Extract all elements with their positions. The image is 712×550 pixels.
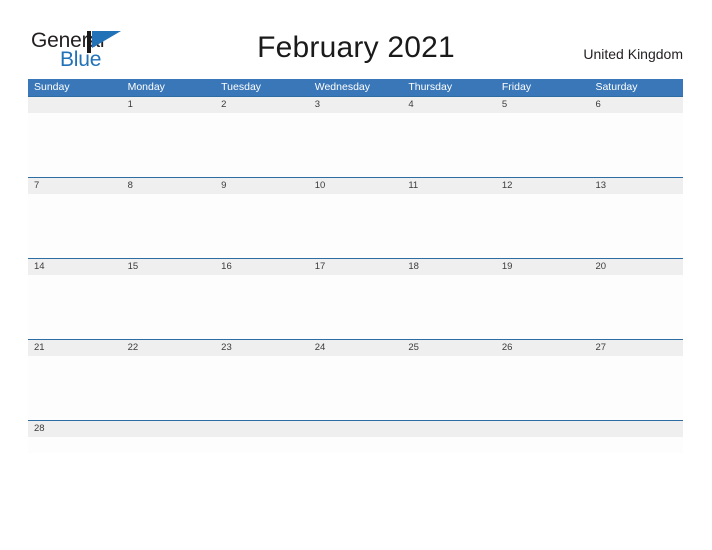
day-cell-body[interactable] [215, 194, 309, 258]
week-date-strip: 14 15 16 17 18 19 20 [28, 259, 683, 275]
day-number[interactable]: 2 [215, 97, 309, 113]
weekday-header-monday: Monday [127, 81, 165, 93]
day-number[interactable]: 19 [496, 259, 590, 275]
day-cell-body[interactable] [215, 113, 309, 177]
weekday-header-tuesday: Tuesday [221, 81, 262, 93]
day-number[interactable]: 4 [402, 97, 496, 113]
day-number[interactable] [309, 421, 403, 437]
day-number[interactable]: 12 [496, 178, 590, 194]
day-number[interactable]: 23 [215, 340, 309, 356]
day-cell-body[interactable] [28, 194, 122, 258]
day-number[interactable]: 21 [28, 340, 122, 356]
weekday-header-thursday: Thursday [408, 81, 453, 93]
week-event-strip [28, 113, 683, 177]
weekday-header-row: Sunday Monday Tuesday Wednesday Thursday… [28, 79, 683, 96]
week-date-strip: 7 8 9 10 11 12 13 [28, 178, 683, 194]
week-date-strip: 1 2 3 4 5 6 [28, 97, 683, 113]
page-header: General Blue February 2021 United Kingdo… [0, 0, 712, 78]
week-row: 7 8 9 10 11 12 13 [28, 177, 683, 258]
day-number[interactable]: 8 [122, 178, 216, 194]
day-number[interactable]: 10 [309, 178, 403, 194]
weekday-header-sunday: Sunday [34, 81, 70, 93]
day-number[interactable]: 14 [28, 259, 122, 275]
day-cell-body[interactable] [496, 275, 590, 339]
calendar-grid: Sunday Monday Tuesday Wednesday Thursday… [28, 79, 683, 453]
day-cell-body[interactable] [215, 356, 309, 420]
day-cell-body[interactable] [309, 275, 403, 339]
calendar-page: General Blue February 2021 United Kingdo… [0, 0, 712, 550]
weekday-header-saturday: Saturday [595, 81, 638, 93]
day-cell-body[interactable] [402, 194, 496, 258]
day-cell-body[interactable] [309, 356, 403, 420]
day-cell-body[interactable] [309, 113, 403, 177]
day-number[interactable]: 24 [309, 340, 403, 356]
weekday-header-friday: Friday [501, 81, 532, 93]
day-cell-body[interactable] [496, 194, 590, 258]
day-cell-body[interactable] [28, 113, 122, 177]
day-cell-body[interactable] [215, 437, 309, 453]
day-cell-body[interactable] [122, 194, 216, 258]
day-cell-body[interactable] [402, 113, 496, 177]
day-number[interactable] [215, 421, 309, 437]
week-row: 28 [28, 420, 683, 453]
day-number[interactable]: 25 [402, 340, 496, 356]
region-label: United Kingdom [583, 46, 683, 62]
day-cell-body[interactable] [28, 275, 122, 339]
day-cell-body[interactable] [28, 437, 122, 453]
day-number[interactable]: 17 [309, 259, 403, 275]
day-cell-body[interactable] [496, 356, 590, 420]
day-cell-body[interactable] [589, 113, 683, 177]
week-row: 14 15 16 17 18 19 20 [28, 258, 683, 339]
day-cell-body[interactable] [402, 356, 496, 420]
day-number[interactable] [496, 421, 590, 437]
day-number[interactable]: 16 [215, 259, 309, 275]
week-event-strip [28, 275, 683, 339]
day-cell-body[interactable] [309, 194, 403, 258]
week-event-strip [28, 437, 683, 453]
weekday-header-wednesday: Wednesday [314, 81, 370, 93]
week-date-strip: 21 22 23 24 25 26 27 [28, 340, 683, 356]
day-number[interactable]: 3 [309, 97, 403, 113]
day-cell-body[interactable] [589, 194, 683, 258]
day-cell-body[interactable] [28, 356, 122, 420]
day-cell-body[interactable] [122, 356, 216, 420]
day-number[interactable]: 13 [589, 178, 683, 194]
day-number[interactable]: 11 [402, 178, 496, 194]
day-number[interactable]: 20 [589, 259, 683, 275]
day-number[interactable]: 26 [496, 340, 590, 356]
week-event-strip [28, 194, 683, 258]
day-number[interactable]: 5 [496, 97, 590, 113]
day-number[interactable] [28, 97, 122, 113]
day-cell-body[interactable] [402, 437, 496, 453]
day-cell-body[interactable] [589, 437, 683, 453]
week-date-strip: 28 [28, 421, 683, 437]
week-row: 21 22 23 24 25 26 27 [28, 339, 683, 420]
day-cell-body[interactable] [215, 275, 309, 339]
day-number[interactable]: 22 [122, 340, 216, 356]
day-number[interactable] [122, 421, 216, 437]
day-cell-body[interactable] [122, 113, 216, 177]
day-number[interactable]: 18 [402, 259, 496, 275]
day-number[interactable]: 1 [122, 97, 216, 113]
day-number[interactable]: 27 [589, 340, 683, 356]
day-cell-body[interactable] [309, 437, 403, 453]
day-cell-body[interactable] [496, 113, 590, 177]
day-cell-body[interactable] [589, 275, 683, 339]
week-event-strip [28, 356, 683, 420]
day-number[interactable]: 6 [589, 97, 683, 113]
day-cell-body[interactable] [589, 356, 683, 420]
day-number[interactable]: 15 [122, 259, 216, 275]
day-number[interactable]: 9 [215, 178, 309, 194]
day-number[interactable] [402, 421, 496, 437]
day-cell-body[interactable] [402, 275, 496, 339]
day-cell-body[interactable] [496, 437, 590, 453]
day-number[interactable]: 7 [28, 178, 122, 194]
day-cell-body[interactable] [122, 275, 216, 339]
week-row: 1 2 3 4 5 6 [28, 96, 683, 177]
day-cell-body[interactable] [122, 437, 216, 453]
day-number[interactable]: 28 [28, 421, 122, 437]
day-number[interactable] [589, 421, 683, 437]
